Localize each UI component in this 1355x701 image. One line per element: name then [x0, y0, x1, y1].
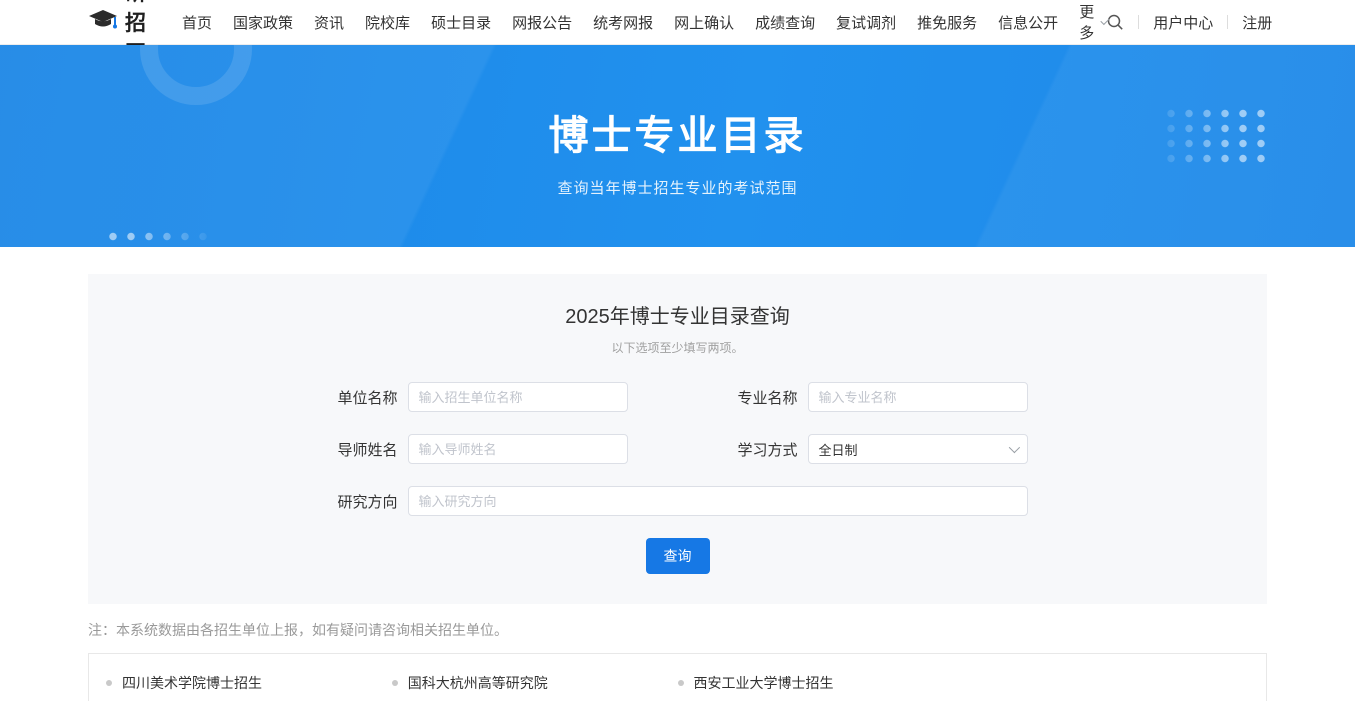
- related-link-xian-tech[interactable]: 西安工业大学博士招生: [678, 673, 964, 693]
- graduation-cap-icon: [88, 8, 118, 37]
- related-link-ucas-hangzhou[interactable]: 国科大杭州高等研究院: [392, 673, 678, 693]
- register-link[interactable]: 注册: [1242, 12, 1272, 33]
- nav-item-info-disclosure[interactable]: 信息公开: [998, 12, 1058, 33]
- bullet-icon: [392, 680, 398, 686]
- query-panel: 2025年博士专业目录查询 以下选项至少填写两项。 单位名称 专业名称 导师姓名…: [88, 274, 1267, 604]
- nav-item-master-catalog[interactable]: 硕士目录: [431, 12, 491, 33]
- decorative-dot-grid: [100, 226, 208, 247]
- related-link-sichuan-fine-arts[interactable]: 四川美术学院博士招生: [106, 673, 392, 693]
- nav-item-school-library[interactable]: 院校库: [365, 12, 410, 33]
- related-links-box: 四川美术学院博士招生 国科大杭州高等研究院 西安工业大学博士招生: [88, 653, 1267, 701]
- query-submit-button[interactable]: 查询: [646, 538, 710, 574]
- major-name-input[interactable]: [808, 382, 1028, 412]
- nav-item-more[interactable]: 更多: [1079, 1, 1106, 43]
- nav-item-exemption-service[interactable]: 推免服务: [917, 12, 977, 33]
- study-mode-label: 学习方式: [728, 439, 798, 460]
- study-mode-select[interactable]: 全日制: [808, 434, 1028, 464]
- query-form: 单位名称 专业名称 导师姓名 学习方式 全日制 研究: [328, 382, 1028, 574]
- hero-banner: 博士专业目录 查询当年博士招生专业的考试范围: [0, 45, 1355, 247]
- search-icon[interactable]: [1106, 13, 1124, 31]
- decorative-ring: [140, 45, 252, 105]
- study-mode-value: 全日制: [819, 440, 858, 459]
- user-center-link[interactable]: 用户中心: [1153, 12, 1213, 33]
- unit-name-input[interactable]: [408, 382, 628, 412]
- bullet-icon: [106, 680, 112, 686]
- nav-item-national-policy[interactable]: 国家政策: [233, 12, 293, 33]
- top-navigation-bar: 研招网 首页 国家政策 资讯 院校库 硕士目录 网报公告 统考网报 网上确认 成…: [0, 0, 1355, 45]
- nav-item-reexam-adjustment[interactable]: 复试调剂: [836, 12, 896, 33]
- nav-item-online-report-notice[interactable]: 网报公告: [512, 12, 572, 33]
- tutor-name-label: 导师姓名: [328, 439, 398, 460]
- bullet-icon: [678, 680, 684, 686]
- divider: [1227, 15, 1228, 29]
- major-name-label: 专业名称: [728, 387, 798, 408]
- data-source-note: 注：本系统数据由各招生单位上报，如有疑问请咨询相关招生单位。: [88, 620, 1267, 640]
- nav-links: 首页 国家政策 资讯 院校库 硕士目录 网报公告 统考网报 网上确认 成绩查询 …: [182, 1, 1106, 43]
- page-title: 博士专业目录: [549, 103, 807, 161]
- nav-item-unified-exam-report[interactable]: 统考网报: [593, 12, 653, 33]
- divider: [1138, 15, 1139, 29]
- research-direction-label: 研究方向: [328, 491, 398, 512]
- page-subtitle: 查询当年博士招生专业的考试范围: [557, 177, 797, 198]
- tutor-name-input[interactable]: [408, 434, 628, 464]
- query-panel-title: 2025年博士专业目录查询: [88, 300, 1267, 329]
- chevron-down-icon: [1008, 442, 1019, 453]
- nav-item-score-query[interactable]: 成绩查询: [755, 12, 815, 33]
- nav-item-home[interactable]: 首页: [182, 12, 212, 33]
- nav-item-online-confirmation[interactable]: 网上确认: [674, 12, 734, 33]
- nav-right-group: 用户中心 注册: [1106, 12, 1272, 33]
- decorative-dot-grid: [1158, 103, 1266, 163]
- query-panel-hint: 以下选项至少填写两项。: [88, 339, 1267, 356]
- research-direction-input[interactable]: [408, 486, 1028, 516]
- unit-name-label: 单位名称: [328, 387, 398, 408]
- nav-item-news[interactable]: 资讯: [314, 12, 344, 33]
